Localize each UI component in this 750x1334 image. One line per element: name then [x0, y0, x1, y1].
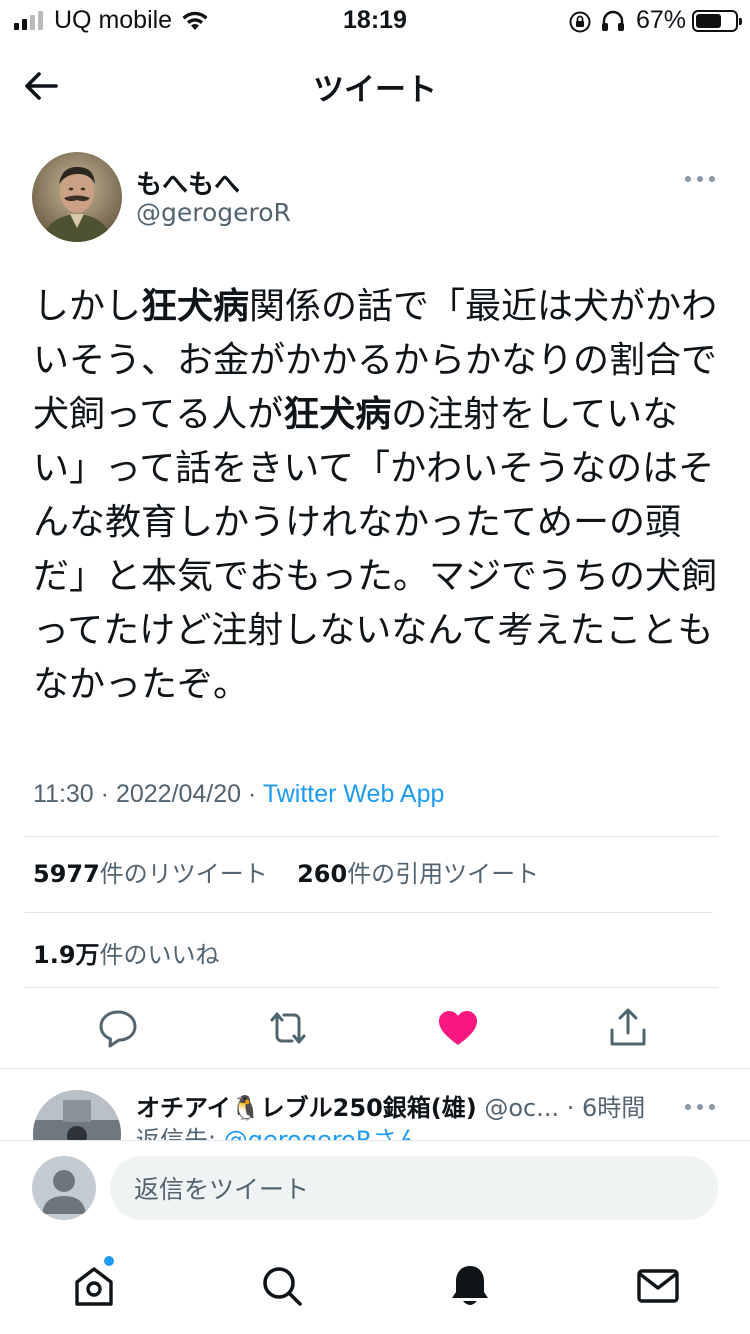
retweets-link[interactable]: 5977件のリツイート — [33, 860, 268, 888]
more-options-icon[interactable] — [684, 1098, 716, 1116]
share-icon[interactable] — [606, 1006, 650, 1050]
tweet-text-segment: の注射をしていない」って話をきいて「かわいそうなのはそんな教育しかうけれなかった… — [33, 394, 718, 705]
tweet-date: 2022/04/20 — [115, 780, 242, 808]
retweet-icon[interactable] — [266, 1006, 310, 1050]
divider — [0, 1140, 750, 1141]
divider — [0, 1068, 750, 1069]
reply-to-line: 返信先: @gerogeroRさん — [136, 1124, 420, 1140]
status-bar: UQ mobile 18:19 67% — [0, 0, 750, 44]
home-icon[interactable] — [70, 1262, 118, 1310]
quote-label: 件の引用ツイート — [347, 860, 540, 888]
reply-author-name[interactable]: オチアイ🐧レブル250銀箱(雄) — [136, 1094, 477, 1122]
divider — [25, 836, 718, 837]
like-heart-icon[interactable] — [436, 1006, 480, 1050]
highlighted-keyword: 狂犬病 — [141, 286, 250, 327]
battery-icon — [692, 10, 742, 32]
like-label: 件のいいね — [99, 941, 220, 969]
unread-indicator-dot — [104, 1256, 114, 1266]
orientation-lock-icon — [569, 11, 591, 33]
page-title: ツイート — [313, 72, 437, 108]
tweet-time: 11:30 — [33, 780, 94, 808]
retweet-label: 件のリツイート — [99, 860, 268, 888]
divider — [25, 987, 718, 988]
quote-count: 260 — [297, 860, 348, 888]
divider — [25, 912, 713, 913]
notifications-icon[interactable] — [446, 1262, 494, 1310]
likes-link[interactable]: 1.9万件のいいね — [33, 935, 220, 970]
battery-percent: 67% — [636, 6, 687, 34]
reply-to-label: 返信先: — [136, 1126, 224, 1140]
reply-time: · 6時間 — [566, 1094, 646, 1122]
more-options-icon[interactable] — [684, 170, 716, 188]
search-icon[interactable] — [258, 1262, 306, 1310]
meta-separator: · — [241, 780, 263, 808]
like-count: 1.9万 — [33, 941, 100, 969]
tweet-timestamp: 11:30 · 2022/04/20 · Twitter Web App — [33, 780, 444, 809]
tweet-text-segment: しかし — [33, 286, 142, 327]
author-avatar[interactable] — [32, 152, 122, 242]
my-avatar[interactable] — [32, 1156, 96, 1220]
reply-icon[interactable] — [96, 1006, 140, 1050]
retweet-stats: 5977件のリツイート 260件の引用ツイート — [33, 854, 539, 889]
quotes-link[interactable]: 260件の引用ツイート — [297, 860, 539, 888]
top-nav: ツイート — [0, 44, 750, 124]
tweet-source-link[interactable]: Twitter Web App — [263, 780, 445, 808]
tweet-text: しかし狂犬病関係の話で「最近は犬がかわいそう、お金がかかるからかなりの割合で犬飼… — [33, 280, 723, 712]
meta-separator: · — [93, 780, 116, 808]
reply-author-handle[interactable]: @oc... — [484, 1094, 559, 1122]
highlighted-keyword: 狂犬病 — [283, 394, 392, 435]
battery-level — [696, 14, 721, 28]
reply-to-mention[interactable]: @gerogeroRさん — [224, 1126, 421, 1140]
author-handle[interactable]: @gerogeroR — [136, 198, 291, 227]
messages-icon[interactable] — [634, 1262, 682, 1310]
headphones-icon — [602, 10, 624, 31]
reply-input[interactable]: 返信をツイート — [110, 1156, 718, 1220]
reply-header: オチアイ🐧レブル250銀箱(雄) @oc... · 6時間 — [136, 1088, 656, 1123]
author-name[interactable]: もへもへ — [136, 164, 240, 201]
retweet-count: 5977 — [33, 860, 100, 888]
